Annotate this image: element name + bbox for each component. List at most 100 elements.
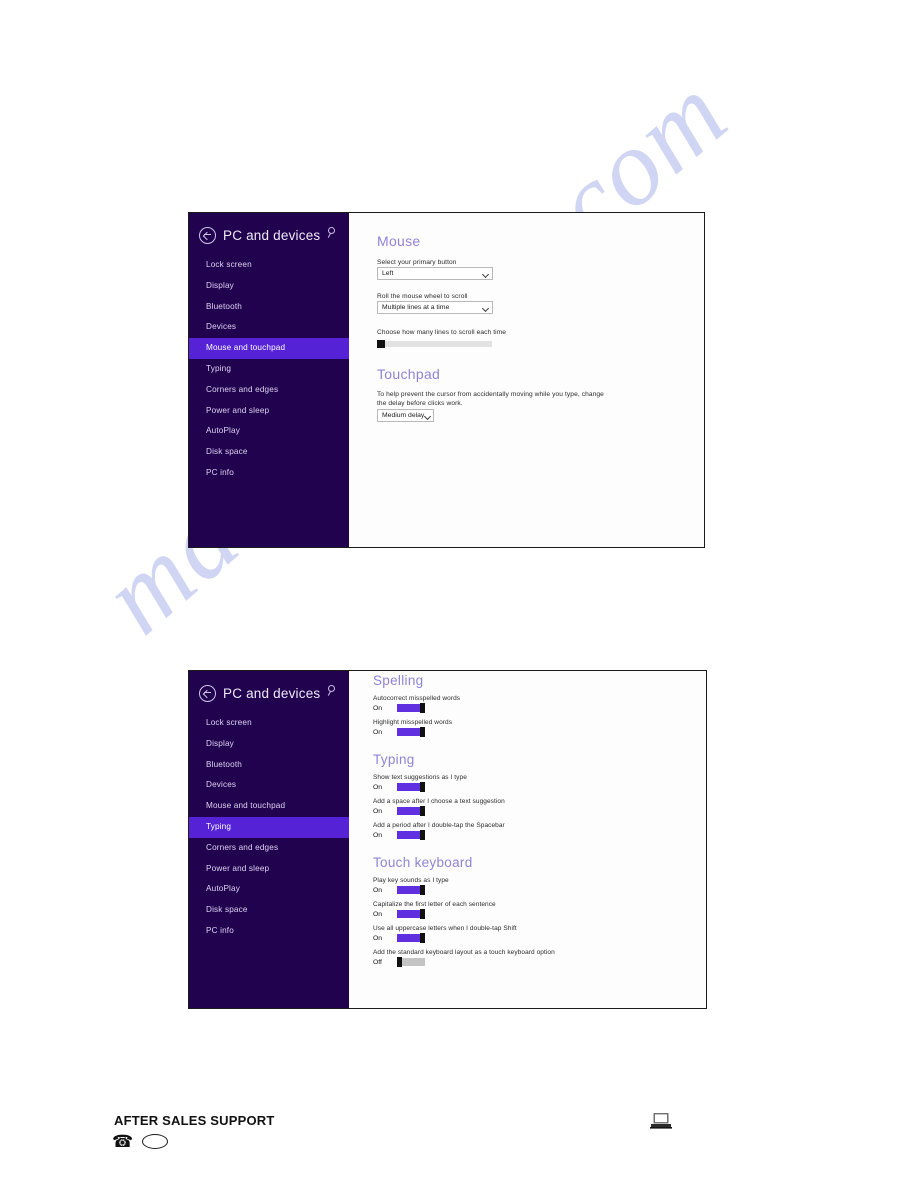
toggle-switch[interactable] <box>397 806 425 816</box>
sidebar-item-autoplay[interactable]: AutoPlay <box>189 879 349 900</box>
footer-title: AFTER SALES SUPPORT <box>114 1113 275 1128</box>
toggle-switch[interactable] <box>397 957 425 967</box>
setting-label: Play key sounds as I type <box>373 877 449 884</box>
settings-window-typing: PC and devices Lock screen Display Bluetoo… <box>188 670 707 1009</box>
settings-window-mouse-and-touchpad: PC and devices Lock screen Display Bluetoo… <box>188 212 705 548</box>
after-sales-support-footer: AFTER SALES SUPPORT ☎ <box>0 1100 918 1188</box>
toggle-switch[interactable] <box>397 782 425 792</box>
typing-section-heading: Typing <box>373 752 415 767</box>
setting-row: Autocorrect misspelled words On <box>373 695 706 713</box>
setting-toggle-row: On <box>373 782 706 792</box>
setting-toggle-row: On <box>373 933 706 943</box>
sidebar-item-disk-space[interactable]: Disk space <box>189 900 349 921</box>
settings-content-pane: Mouse Select your primary button Left Ro… <box>349 213 704 547</box>
touchpad-section-heading: Touchpad <box>377 366 441 382</box>
setting-toggle-row: On <box>373 885 706 895</box>
setting-row: Show text suggestions as I type On <box>373 774 706 792</box>
mouse-section-heading: Mouse <box>377 233 421 249</box>
setting-state-label: On <box>373 807 383 815</box>
sidebar-item-pc-info[interactable]: PC info <box>189 921 349 942</box>
sidebar-item-bluetooth[interactable]: Bluetooth <box>189 755 349 776</box>
setting-row: Use all uppercase letters when I double-… <box>373 925 706 943</box>
sidebar-item-pc-info[interactable]: PC info <box>189 463 349 484</box>
sidebar-nav-list: Lock screen Display Bluetooth Devices Mouse … <box>189 713 349 942</box>
settings-content-pane: Spelling Autocorrect misspelled words On Hi… <box>349 671 706 1008</box>
sidebar-item-autoplay[interactable]: AutoPlay <box>189 421 349 442</box>
toggle-switch[interactable] <box>397 830 425 840</box>
sidebar-item-typing[interactable]: Typing <box>189 816 349 838</box>
sidebar-item-mouse-and-touchpad[interactable]: Mouse and touchpad <box>189 338 349 359</box>
chevron-down-icon <box>482 271 488 277</box>
ellipse-outline-icon <box>142 1134 169 1149</box>
toggle-switch[interactable] <box>397 703 425 713</box>
primary-button-value: Left <box>382 270 394 277</box>
sidebar-title: PC and devices <box>223 685 321 701</box>
setting-state-label: On <box>373 704 383 712</box>
primary-button-label: Select your primary button <box>377 259 457 266</box>
toggle-switch[interactable] <box>397 933 425 943</box>
setting-state-label: On <box>373 934 383 942</box>
chevron-down-icon <box>424 413 430 419</box>
back-arrow-circle-icon[interactable] <box>199 684 216 702</box>
search-icon[interactable] <box>327 227 337 238</box>
setting-row: Add the standard keyboard layout as a to… <box>373 949 706 967</box>
toggle-switch[interactable] <box>397 727 425 737</box>
setting-state-label: On <box>373 910 383 918</box>
setting-label: Add a period after I double-tap the Spac… <box>373 822 505 829</box>
setting-toggle-row: On <box>373 830 706 840</box>
toggle-switch[interactable] <box>397 885 425 895</box>
toggle-switch[interactable] <box>397 909 425 919</box>
setting-label: Use all uppercase letters when I double-… <box>373 925 517 932</box>
settings-sidebar: PC and devices Lock screen Display Bluetoo… <box>189 213 349 547</box>
sidebar-item-power-and-sleep[interactable]: Power and sleep <box>189 859 349 880</box>
sidebar-nav-list: Lock screen Display Bluetooth Devices Mouse … <box>189 255 349 484</box>
sidebar-item-devices[interactable]: Devices <box>189 317 349 338</box>
mouse-wheel-select[interactable]: Multiple lines at a time <box>377 301 493 314</box>
touchpad-delay-select[interactable]: Medium delay <box>377 409 434 422</box>
setting-row: Capitalize the first letter of each sent… <box>373 901 706 919</box>
setting-label: Autocorrect misspelled words <box>373 695 461 702</box>
touch-keyboard-section-heading: Touch keyboard <box>373 855 473 870</box>
setting-toggle-row: On <box>373 703 706 713</box>
back-arrow-circle-icon[interactable] <box>199 226 216 244</box>
setting-row: Highlight misspelled words On <box>373 719 706 737</box>
sidebar-item-lock-screen[interactable]: Lock screen <box>189 255 349 276</box>
sidebar-item-mouse-and-touchpad[interactable]: Mouse and touchpad <box>189 796 349 817</box>
setting-label: Highlight misspelled words <box>373 719 453 726</box>
touchpad-description: To help prevent the cursor from accident… <box>377 391 604 407</box>
scroll-lines-label: Choose how many lines to scroll each tim… <box>377 329 507 336</box>
scroll-lines-slider[interactable] <box>377 340 492 348</box>
search-icon[interactable] <box>327 685 337 696</box>
footer-contact-icons: ☎ <box>112 1132 169 1151</box>
sidebar-item-disk-space[interactable]: Disk space <box>189 442 349 463</box>
sidebar-item-devices[interactable]: Devices <box>189 775 349 796</box>
sidebar-item-bluetooth[interactable]: Bluetooth <box>189 297 349 318</box>
setting-row: Play key sounds as I type On <box>373 877 706 895</box>
laptop-icon <box>650 1113 672 1129</box>
setting-toggle-row: On <box>373 806 706 816</box>
mouse-wheel-label: Roll the mouse wheel to scroll <box>377 293 468 300</box>
sidebar-item-display[interactable]: Display <box>189 276 349 297</box>
setting-row: Add a space after I choose a text sugges… <box>373 798 706 816</box>
sidebar-item-lock-screen[interactable]: Lock screen <box>189 713 349 734</box>
setting-label: Add a space after I choose a text sugges… <box>373 798 505 805</box>
sidebar-item-corners-and-edges[interactable]: Corners and edges <box>189 380 349 401</box>
chevron-down-icon <box>482 305 488 311</box>
setting-state-label: Off <box>373 958 382 966</box>
slider-thumb[interactable] <box>377 340 385 348</box>
setting-label: Show text suggestions as I type <box>373 774 467 781</box>
sidebar-title: PC and devices <box>223 227 321 243</box>
sidebar-item-typing[interactable]: Typing <box>189 359 349 380</box>
primary-button-select[interactable]: Left <box>377 267 493 280</box>
setting-state-label: On <box>373 783 383 791</box>
setting-row: Add a period after I double-tap the Spac… <box>373 822 706 840</box>
mouse-wheel-value: Multiple lines at a time <box>382 304 450 311</box>
sidebar-item-display[interactable]: Display <box>189 734 349 755</box>
sidebar-item-power-and-sleep[interactable]: Power and sleep <box>189 401 349 422</box>
touchpad-delay-value: Medium delay <box>382 412 425 419</box>
setting-label: Add the standard keyboard layout as a to… <box>373 949 555 956</box>
sidebar-item-corners-and-edges[interactable]: Corners and edges <box>189 838 349 859</box>
setting-toggle-row: On <box>373 727 706 737</box>
setting-state-label: On <box>373 831 383 839</box>
telephone-icon: ☎ <box>112 1132 134 1151</box>
